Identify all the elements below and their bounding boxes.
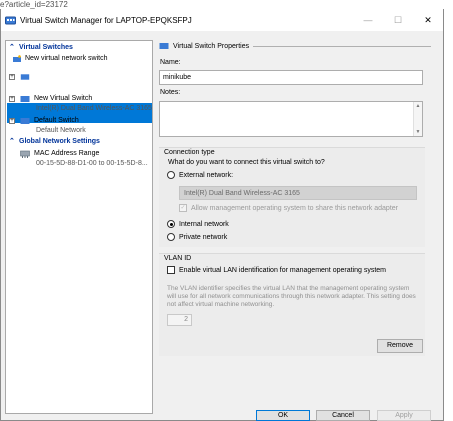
switch-item-default-switch[interactable]: + Default Switch [6, 116, 152, 126]
global-network-settings-section[interactable]: ⌃ Global Network Settings [6, 137, 152, 147]
close-button[interactable]: ✕ [413, 9, 443, 31]
switch-navigation-tree: ⌃ Virtual Switches New virtual network s… [5, 40, 153, 414]
hyperv-switch-icon [5, 15, 16, 26]
vlan-title: VLAN ID [164, 255, 192, 262]
external-network-radio[interactable] [167, 171, 175, 179]
name-input[interactable]: minikube [159, 70, 423, 85]
new-virtual-switch-item[interactable]: New virtual network switch [6, 54, 152, 64]
title-bar: Virtual Switch Manager for LAPTOP-EPQKSF… [1, 9, 443, 31]
internal-network-radio[interactable] [167, 220, 175, 228]
mac-address-range-label: MAC Address Range [34, 150, 100, 157]
remove-button[interactable]: Remove [377, 339, 423, 353]
screenshot-page: e?article_id=23172 Virtual Switch Manage… [0, 0, 453, 421]
vlan-enable-checkbox[interactable] [167, 266, 175, 274]
properties-group-header: Virtual Switch Properties [159, 40, 431, 52]
network-card-icon [20, 150, 30, 158]
external-network-option[interactable]: External network: [167, 171, 233, 179]
new-switch-icon [12, 55, 22, 63]
connection-type-title: Connection type [164, 149, 215, 156]
scroll-down-arrow-icon[interactable]: ▼ [414, 128, 422, 136]
vlan-id-input[interactable]: 2 [167, 314, 192, 326]
vlan-enable-option[interactable]: Enable virtual LAN identification for ma… [167, 266, 386, 274]
maximize-button[interactable]: ☐ [383, 9, 413, 31]
allow-management-option[interactable]: ✓ Allow management operating system to s… [179, 204, 398, 212]
group-divider [253, 45, 431, 47]
notes-label: Notes: [160, 89, 181, 96]
switch-detail: Default Network [36, 127, 86, 134]
allow-management-checkbox[interactable]: ✓ [179, 204, 187, 212]
private-network-radio[interactable] [167, 233, 175, 241]
switch-detail-row: Intel(R) Dual Band Wireless-AC 3165 ... [6, 104, 152, 114]
switch-properties-panel: Virtual Switch Properties Name: minikube… [159, 40, 439, 414]
switch-name: minikube [34, 73, 63, 80]
switch-detail-row: Internal only [6, 82, 152, 92]
mac-address-range-detail: 00-15-5D-88-D1-00 to 00-15-5D-8... [36, 160, 148, 167]
collapse-chevron-icon[interactable]: ⌃ [9, 137, 15, 147]
internal-network-label: Internal network [179, 220, 229, 228]
ok-button[interactable]: OK [256, 410, 310, 421]
external-network-label: External network: [179, 171, 234, 179]
vlan-description: The VLAN identifier specifies the virtua… [167, 285, 416, 308]
allow-management-label: Allow management operating system to sha… [191, 204, 398, 212]
notes-textarea[interactable]: ▲ ▼ [159, 101, 423, 137]
switch-detail-row: Default Network [6, 126, 152, 136]
expand-plus-icon[interactable]: + [9, 96, 15, 102]
scroll-up-arrow-icon[interactable]: ▲ [414, 102, 422, 110]
switch-detail: Internal only [36, 83, 75, 90]
private-network-option[interactable]: Private network [167, 233, 227, 241]
name-label: Name: [160, 59, 181, 66]
switch-item-minikube[interactable]: + minikube [6, 72, 152, 82]
properties-group-title: Virtual Switch Properties [173, 42, 250, 50]
private-network-label: Private network [179, 233, 228, 241]
notes-scrollbar[interactable]: ▲ ▼ [413, 102, 422, 136]
internal-network-option[interactable]: Internal network [167, 220, 229, 228]
network-adapter-select[interactable]: Intel(R) Dual Band Wireless-AC 3165 [179, 186, 417, 200]
expand-plus-icon[interactable]: + [9, 118, 15, 124]
mac-detail-row: 00-15-5D-88-D1-00 to 00-15-5D-8... [6, 159, 152, 169]
apply-button[interactable]: Apply [377, 410, 431, 421]
switch-properties-icon [159, 42, 169, 50]
virtual-switch-manager-window: Virtual Switch Manager for LAPTOP-EPQKSF… [0, 9, 444, 421]
switch-detail: Intel(R) Dual Band Wireless-AC 3165 ... [36, 105, 153, 112]
window-title: Virtual Switch Manager for LAPTOP-EPQKSF… [20, 15, 192, 25]
switch-name: New Virtual Switch [34, 95, 93, 102]
virtual-switches-section[interactable]: ⌃ Virtual Switches [6, 43, 152, 53]
cancel-button[interactable]: Cancel [316, 410, 370, 421]
switch-name: Default Switch [34, 117, 79, 124]
minimize-button[interactable]: — [353, 9, 383, 31]
mac-address-range-item[interactable]: MAC Address Range [6, 149, 152, 159]
switch-icon [20, 73, 30, 81]
global-network-settings-header: Global Network Settings [19, 138, 100, 145]
connection-question: What do you want to connect this virtual… [168, 159, 325, 166]
switch-item-new-virtual-switch[interactable]: + New Virtual Switch [6, 94, 152, 104]
switch-icon [20, 95, 30, 103]
new-switch-label: New virtual network switch [25, 55, 108, 62]
collapse-chevron-icon[interactable]: ⌃ [9, 43, 15, 53]
switch-icon [20, 117, 30, 125]
vlan-enable-label: Enable virtual LAN identification for ma… [179, 266, 386, 274]
virtual-switches-header: Virtual Switches [19, 44, 73, 51]
expand-plus-icon[interactable]: + [9, 74, 15, 80]
